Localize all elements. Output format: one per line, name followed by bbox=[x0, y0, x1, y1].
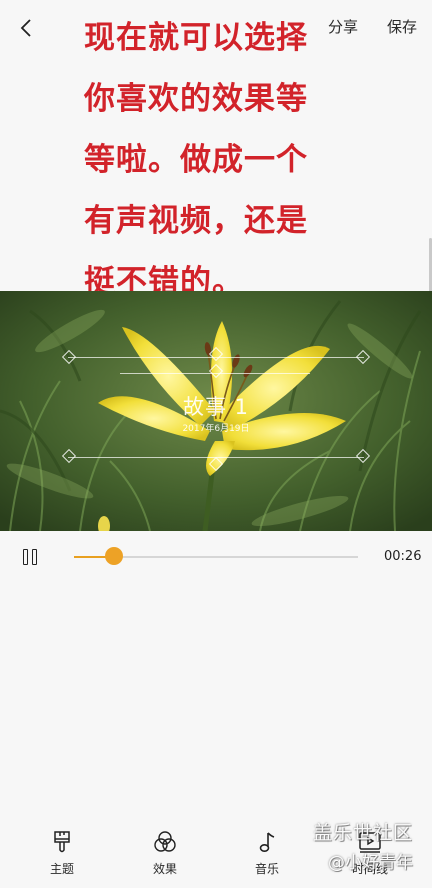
story-title[interactable]: 故事 1 bbox=[0, 391, 432, 421]
current-time: 00:26 bbox=[384, 549, 422, 564]
annotation-line: 有声视频，还是 bbox=[84, 203, 308, 239]
video-preview[interactable]: 故事 1 2017年6月19日 bbox=[0, 291, 432, 531]
chevron-left-icon bbox=[20, 19, 31, 37]
music-note-icon bbox=[259, 832, 275, 853]
nav-label: 主题 bbox=[49, 862, 74, 876]
nav-music[interactable]: 音乐 bbox=[232, 830, 302, 877]
annotation-text: 现在就可以选择 你喜欢的效果等 等啦。做成一个 有声视频，还是 挺不错的。 bbox=[84, 8, 354, 313]
watermark: 盖乐世社区 bbox=[313, 822, 414, 844]
nav-label: 音乐 bbox=[254, 862, 279, 876]
pause-icon bbox=[23, 549, 28, 565]
annotation-line: 现在就可以选择 bbox=[84, 20, 308, 56]
annotation-line: 等啦。做成一个 bbox=[84, 142, 308, 178]
nav-label: 效果 bbox=[152, 862, 177, 876]
playback-controls: 00:26 bbox=[0, 533, 432, 581]
story-date: 2017年6月19日 bbox=[182, 424, 250, 434]
nav-theme[interactable]: 主题 bbox=[27, 830, 97, 877]
pause-button[interactable] bbox=[18, 545, 46, 569]
circles-icon bbox=[154, 831, 176, 852]
nav-effects[interactable]: 效果 bbox=[130, 830, 200, 877]
brush-icon bbox=[54, 831, 70, 853]
watermark: @小好青年 bbox=[328, 853, 413, 873]
seek-knob[interactable] bbox=[104, 547, 123, 565]
annotation-line: 你喜欢的效果等 bbox=[84, 81, 308, 117]
back-button[interactable] bbox=[10, 12, 42, 44]
pause-icon bbox=[32, 549, 37, 565]
save-button[interactable]: 保存 bbox=[387, 16, 417, 37]
